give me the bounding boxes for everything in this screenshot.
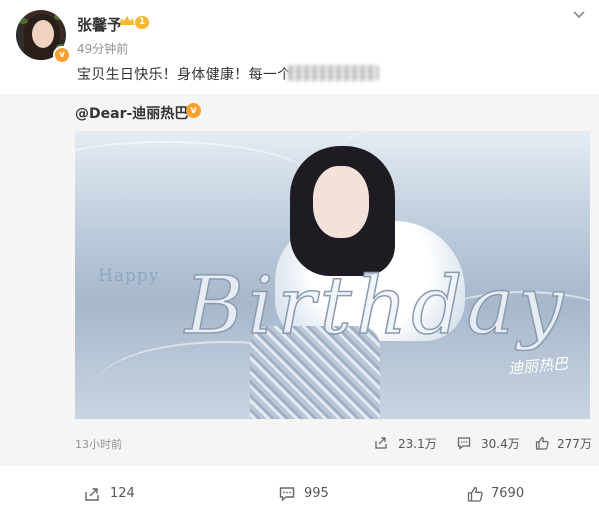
post-text: 宝贝生日快乐！身体健康！每一个 <box>77 67 292 83</box>
crown-icon <box>120 16 134 25</box>
image-happy-text: Happy <box>98 266 160 286</box>
repost-comments-count[interactable]: 30.4万 <box>481 435 520 452</box>
repost-likes-count[interactable]: 277万 <box>557 435 592 452</box>
comment-icon[interactable] <box>457 436 471 450</box>
share-icon[interactable] <box>374 436 388 450</box>
verified-icon: v <box>186 103 201 118</box>
level-badge: 1 <box>135 16 150 29</box>
like-count[interactable]: 7690 <box>491 486 524 501</box>
chevron-down-icon[interactable] <box>572 8 586 22</box>
like-icon[interactable] <box>467 486 483 502</box>
blurred-text <box>287 65 379 81</box>
repost-image[interactable]: Happy Birthday 迪丽热巴 <box>75 131 590 419</box>
repost-time[interactable]: 13小时前 <box>75 436 122 452</box>
repost-author[interactable]: @Dear-迪丽热巴 <box>75 103 188 123</box>
post-time[interactable]: 49分钟前 <box>77 40 128 57</box>
image-birthday-text: Birthday <box>184 258 568 353</box>
share-count[interactable]: 124 <box>110 486 135 501</box>
verified-icon: v <box>53 46 71 64</box>
comment-icon[interactable] <box>279 486 295 502</box>
share-icon[interactable] <box>84 486 100 502</box>
comment-count[interactable]: 995 <box>304 486 329 501</box>
author-name[interactable]: 张馨予 <box>77 14 122 35</box>
like-icon[interactable] <box>535 436 549 450</box>
repost-shares-count[interactable]: 23.1万 <box>398 435 437 452</box>
